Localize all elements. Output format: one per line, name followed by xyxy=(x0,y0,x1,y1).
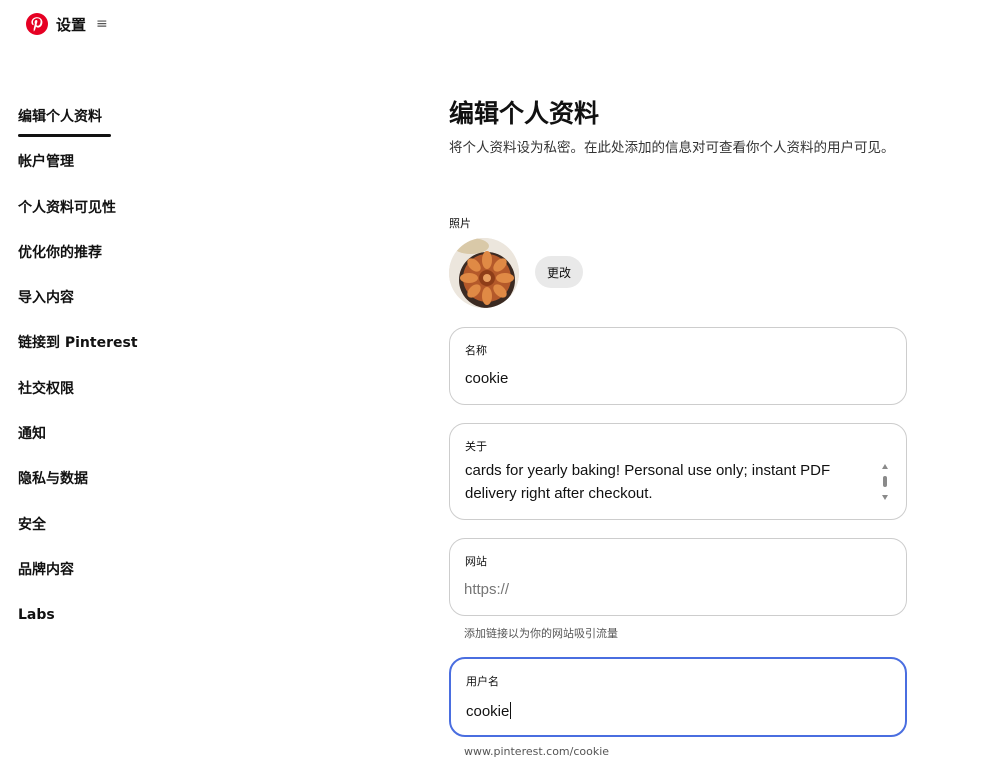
sidebar-item-account-management[interactable]: 帐户管理 xyxy=(18,145,218,190)
sidebar-item-profile-visibility[interactable]: 个人资料可见性 xyxy=(18,191,218,236)
name-field[interactable]: 名称 cookie xyxy=(449,327,907,405)
sidebar-item-tune-home-feed[interactable]: 优化你的推荐 xyxy=(18,236,218,281)
page-title-header: 设置 xyxy=(56,15,87,34)
settings-sidebar: 编辑个人资料 帐户管理 个人资料可见性 优化你的推荐 导入内容 链接到 Pint… xyxy=(18,100,218,644)
mooncake-photo xyxy=(449,238,519,308)
edit-profile-panel: 编辑个人资料 将个人资料设为私密。在此处添加的信息对可查看你个人资料的用户可见。… xyxy=(449,94,909,758)
website-field[interactable]: 网站 xyxy=(449,538,907,616)
sidebar-item-edit-profile[interactable]: 编辑个人资料 xyxy=(18,100,218,145)
sidebar-item-branded-content[interactable]: 品牌内容 xyxy=(18,553,218,598)
username-url-helper: www.pinterest.com/cookie xyxy=(464,745,610,758)
about-textarea[interactable]: cards for yearly baking! Personal use on… xyxy=(465,459,850,505)
website-input[interactable] xyxy=(464,581,864,598)
website-label: 网站 xyxy=(465,555,487,568)
username-value: cookie xyxy=(466,703,510,720)
photo-label: 照片 xyxy=(449,217,471,230)
text-cursor xyxy=(510,702,512,719)
sidebar-item-notifications[interactable]: 通知 xyxy=(18,417,218,462)
about-field[interactable]: 关于 cards for yearly baking! Personal use… xyxy=(449,423,907,520)
textarea-scrollbar[interactable] xyxy=(880,462,890,502)
sidebar-item-claimed-accounts[interactable]: 链接到 Pinterest xyxy=(18,326,218,371)
sidebar-item-security[interactable]: 安全 xyxy=(18,508,218,553)
username-label: 用户名 xyxy=(466,675,499,688)
sidebar-item-privacy-data[interactable]: 隐私与数据 xyxy=(18,462,218,507)
name-label: 名称 xyxy=(465,344,487,357)
username-input[interactable]: cookie xyxy=(466,702,512,720)
avatar[interactable] xyxy=(449,238,519,308)
change-photo-button[interactable]: 更改 xyxy=(535,256,583,288)
sidebar-item-social-permissions[interactable]: 社交权限 xyxy=(18,372,218,417)
about-label: 关于 xyxy=(465,440,487,453)
pinterest-logo-icon[interactable] xyxy=(26,13,48,35)
top-bar: 设置 ≡ xyxy=(26,10,108,38)
hamburger-icon[interactable]: ≡ xyxy=(96,16,108,32)
sidebar-item-labs[interactable]: Labs xyxy=(18,598,218,643)
name-input[interactable]: cookie xyxy=(465,370,508,387)
page-title: 编辑个人资料 xyxy=(449,99,600,128)
website-helper-text: 添加链接以为你的网站吸引流量 xyxy=(464,627,618,640)
username-field[interactable]: 用户名 cookie xyxy=(449,657,907,737)
page-description: 将个人资料设为私密。在此处添加的信息对可查看你个人资料的用户可见。 xyxy=(449,140,895,156)
sidebar-item-import-content[interactable]: 导入内容 xyxy=(18,281,218,326)
